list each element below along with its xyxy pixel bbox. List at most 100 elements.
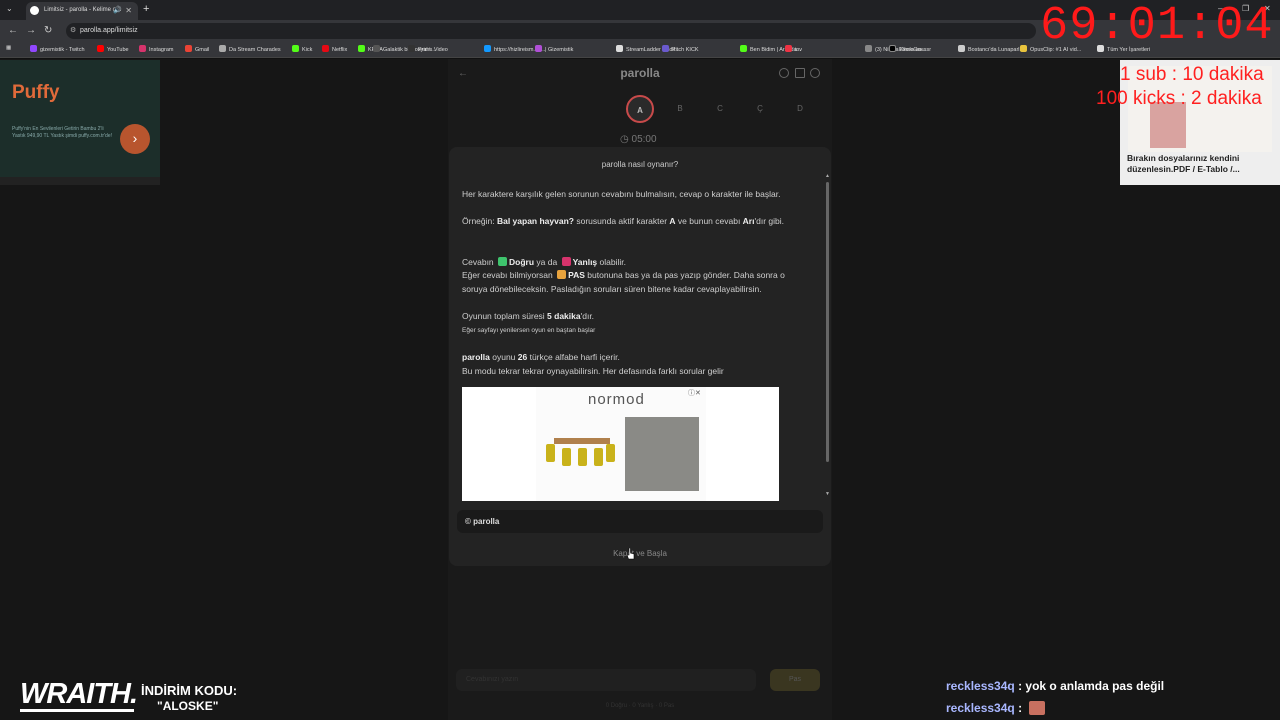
letter-circle[interactable]: D [786, 95, 814, 123]
bookmark-label: gizemistik - Twitch [40, 47, 85, 53]
text: Oyunun toplam süresi [462, 311, 548, 321]
bookmark-favicon-icon [219, 45, 226, 52]
bookmark-label: inv [795, 47, 803, 53]
sponsor-logo: WRAITH. [20, 678, 138, 712]
bookmark-item[interactable]: Gmail [185, 45, 209, 53]
speaker-icon[interactable]: 🔊 [113, 6, 122, 14]
text: 'dır. [580, 311, 595, 321]
reload-icon[interactable]: ↻ [44, 25, 52, 36]
bookmark-favicon-icon [889, 45, 896, 52]
how-to-play-modal: parolla nasıl oynanır? Her karaktere kar… [449, 147, 831, 566]
refresh-note: Eğer sayfayı yenilersen oyun en baştan b… [462, 327, 596, 334]
back-icon[interactable]: ← [8, 25, 18, 36]
bookmark-label: Da Stream Charades [229, 47, 281, 53]
modal-ad[interactable]: normod ⓘ✕ [462, 387, 779, 501]
bookmark-item[interactable]: Prime Video [408, 45, 448, 53]
bookmark-label: Instagram [149, 47, 174, 53]
rule-paragraph: Her karaktere karşılık gelen sorunun cev… [462, 189, 781, 199]
discount-label: İNDİRİM KODU: [141, 683, 238, 698]
duration-paragraph: Oyunun toplam süresi 5 dakika'dır. [462, 310, 812, 324]
text-bold: 26 [517, 352, 528, 362]
forward-icon[interactable]: → [26, 25, 36, 36]
bookmark-favicon-icon [484, 45, 491, 52]
left-ad-banner[interactable]: Puffy Puffy'nin En Sevilenleri Getirin B… [0, 60, 160, 185]
ad-caption: Bırakın dosyalarınız kendini düzenlesin.… [1127, 153, 1240, 174]
bookmark-item[interactable]: EthnoGuessr [889, 45, 931, 53]
text-bold: Yanlış [572, 257, 598, 267]
settings-icon[interactable] [810, 68, 820, 78]
chair [562, 448, 571, 466]
text-bold: Arı [742, 216, 755, 226]
bookmark-label: Pitch KICK [672, 47, 699, 53]
bookmark-label: Netflix [332, 47, 348, 53]
modal-footer: © parolla [457, 510, 823, 533]
pass-button[interactable]: Pas [770, 669, 820, 691]
close-and-start-button[interactable]: Kapat ve Başla [449, 549, 831, 558]
bookmark-item[interactable]: YouTube [97, 45, 129, 53]
apps-icon[interactable]: ▦ [6, 45, 11, 51]
modal-scrollbar[interactable] [826, 182, 829, 462]
browser-tab-active[interactable]: Limitsiz - parolla - Kelime o... 🔊 ✕ [26, 2, 138, 20]
bookmark-item[interactable]: Kick [292, 45, 312, 53]
bookmark-favicon-icon [408, 45, 415, 52]
chat-message: reckless34q : [946, 701, 1046, 715]
letter-circle[interactable]: C [706, 95, 734, 123]
bookmark-favicon-icon [1020, 45, 1027, 52]
fabric-image [625, 417, 699, 491]
bookmark-favicon-icon [292, 45, 299, 52]
close-tab-icon[interactable]: ✕ [125, 6, 132, 15]
site-info-icon[interactable]: ⚙ [70, 26, 76, 34]
text: türkçe alfabe harfi içerir. [527, 352, 620, 362]
sponsor-underline [20, 709, 134, 712]
bookmark-item[interactable]: Da Stream Charades [219, 45, 281, 53]
bookmark-item[interactable]: | Gizemistik [535, 45, 573, 53]
result-paragraph: Cevabın Doğru ya da Yanlış olabilir. [462, 256, 812, 270]
text: Örneğin: [462, 216, 497, 226]
text: sorusunda aktif karakter [573, 216, 670, 226]
chair [546, 444, 555, 462]
scroll-down-icon[interactable]: ▼ [825, 491, 830, 497]
stream-timer: 69:01:04 [1040, 0, 1274, 53]
info-icon[interactable] [779, 68, 789, 78]
answer-input[interactable]: Cevabınızı yazın [456, 669, 756, 691]
alphabet-paragraph: parolla oyunu 26 türkçe alfabe harfi içe… [462, 351, 812, 365]
app-title: parolla [620, 66, 660, 80]
chat-message: reckless34q : yok o anlamda pas değil [946, 679, 1165, 693]
bookmark-favicon-icon [662, 45, 669, 52]
arrow-right-icon[interactable]: › [120, 124, 150, 154]
score-stats: 0 Doğru · 0 Yanlış · 0 Pas [605, 703, 675, 709]
scroll-up-icon[interactable]: ▲ [825, 173, 830, 179]
new-tab-icon[interactable]: + [143, 3, 149, 15]
letter-circle-active[interactable]: A [626, 95, 654, 123]
kicks-rule: 100 kicks : 2 dakika [1096, 88, 1262, 109]
bookmark-favicon-icon [373, 45, 380, 52]
correct-color-icon [498, 257, 508, 266]
stats-icon[interactable] [795, 68, 805, 78]
text-bold: Bal yapan hayvan? [496, 216, 574, 226]
letter-circle[interactable]: B [666, 95, 694, 123]
ad-close-icon[interactable]: ⓘ✕ [688, 388, 701, 398]
bookmark-item[interactable]: Netflix [322, 45, 347, 53]
bookmark-item[interactable]: Bostancı'da Lunaparl... [958, 45, 1024, 53]
text-bold: Doğru [509, 257, 535, 267]
text: Eğer cevabı bilmiyorsan [462, 270, 556, 280]
letter-circle[interactable]: Ç [746, 95, 774, 123]
tab-search-chevron-icon[interactable]: ⌄ [6, 4, 13, 13]
chat-text: yok o anlamda pas değil [1025, 679, 1165, 693]
bookmark-item[interactable]: Instagram [139, 45, 173, 53]
bookmark-item[interactable]: gizemistik - Twitch [30, 45, 85, 53]
bookmark-label: Gmail [195, 47, 210, 53]
bookmark-favicon-icon [97, 45, 104, 52]
timer-value: 05:00 [631, 134, 657, 145]
bookmark-favicon-icon [958, 45, 965, 52]
address-bar[interactable]: ⚙ parolla.app/limitsiz [66, 23, 1036, 39]
bookmark-item[interactable]: Pitch KICK [662, 45, 699, 53]
text: oyunu [489, 352, 518, 362]
bookmark-favicon-icon [865, 45, 872, 52]
chat-username: reckless34q [946, 679, 1015, 693]
sub-rule: 1 sub : 10 dakika [1120, 64, 1264, 85]
text: ya da [534, 257, 560, 267]
parolla-favicon-icon [30, 6, 39, 15]
bookmark-favicon-icon [358, 45, 365, 52]
bookmark-item[interactable]: inv [785, 45, 802, 53]
